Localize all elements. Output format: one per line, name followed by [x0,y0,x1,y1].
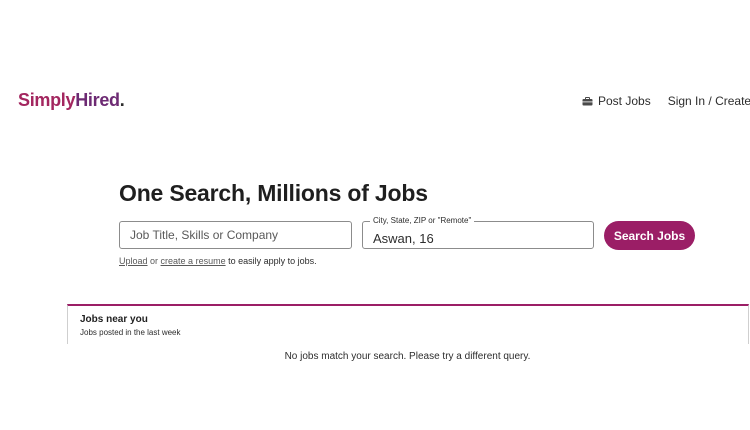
sign-in-create-account-link[interactable]: Sign In / Create Acco [668,94,750,108]
helper-suffix-text: to easily apply to jobs. [225,256,317,266]
no-jobs-message: No jobs match your search. Please try a … [284,351,531,362]
logo-part-hired: Hired [75,90,120,110]
page-title: One Search, Millions of Jobs [119,180,428,206]
post-jobs-link[interactable]: Post Jobs [582,94,651,108]
search-jobs-button[interactable]: Search Jobs [604,221,695,250]
resume-helper-text: Upload or create a resume to easily appl… [119,256,317,266]
job-title-search-input[interactable] [120,222,351,248]
simplyhired-logo[interactable]: SimplyHired. [18,90,125,111]
jobs-near-you-panel: Jobs near you Jobs posted in the last we… [67,304,749,344]
page: SimplyHired. Post Jobs Sign In / Create … [0,0,750,430]
create-resume-link[interactable]: create a resume [161,256,226,266]
location-search-input[interactable] [363,222,593,248]
jobs-near-you-title: Jobs near you [80,314,148,325]
briefcase-icon [582,96,593,105]
where-field: City, State, ZIP or "Remote" [362,216,594,249]
upload-resume-link[interactable]: Upload [119,256,148,266]
helper-or-text: or [147,256,161,266]
logo-part-simply: Simply [18,90,76,110]
logo-dot: . [119,90,125,110]
jobs-near-you-subtitle: Jobs posted in the last week [80,328,181,337]
post-jobs-label: Post Jobs [598,94,651,108]
what-field [119,221,352,249]
header-nav: Post Jobs Sign In / Create Acco [582,94,750,108]
